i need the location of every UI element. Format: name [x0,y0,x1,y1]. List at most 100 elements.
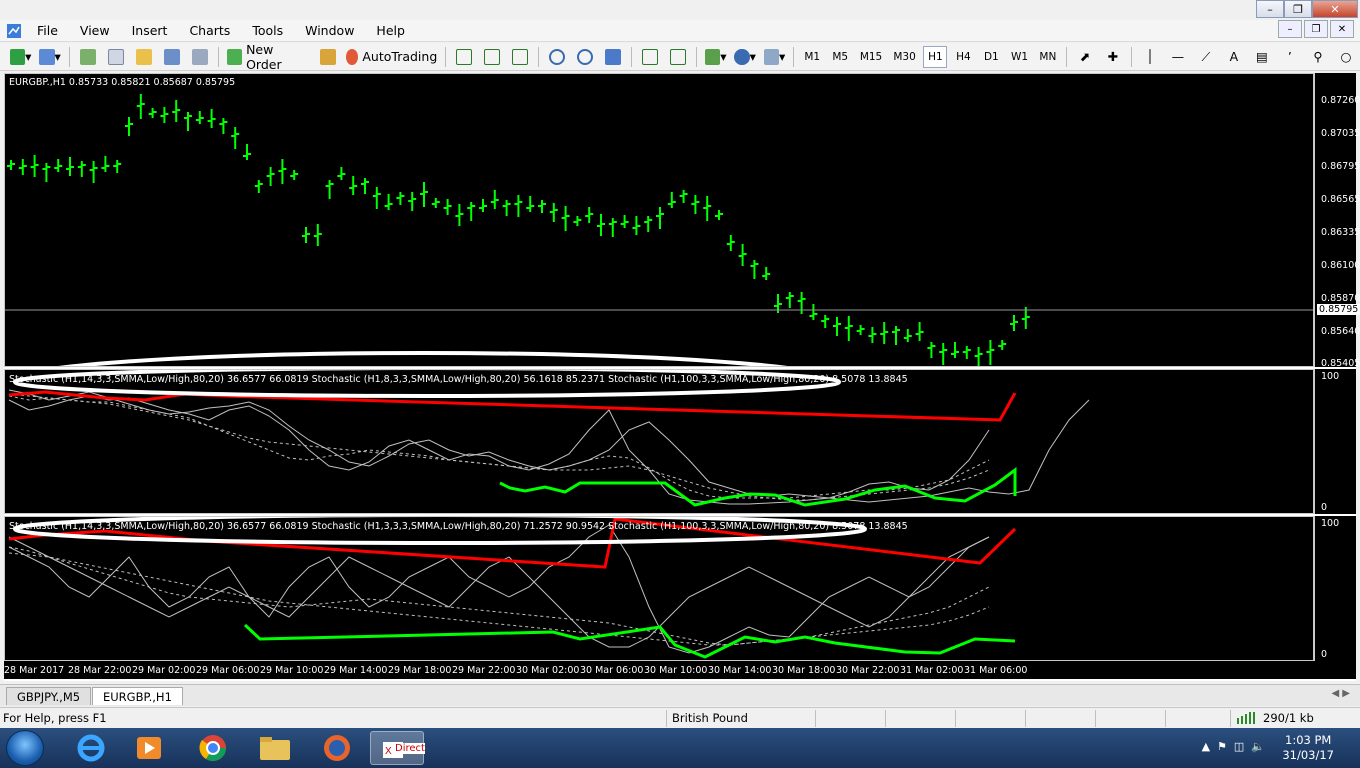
time-label: 31 Mar 06:00 [964,665,1028,676]
autotrading-icon [346,48,359,65]
tester-button[interactable] [188,46,212,68]
price-label: 0.86565 [1321,194,1360,205]
tf-m15[interactable]: M15 [856,46,886,68]
chart-shift-button[interactable] [638,46,662,68]
media-player-taskbar-button[interactable] [122,731,176,765]
bar-chart-button[interactable] [452,46,476,68]
price-label: 0.86335 [1321,227,1360,238]
autoscroll-button[interactable] [666,46,690,68]
svg-text:X: X [385,746,392,757]
menu-help[interactable]: Help [365,20,416,42]
folder-icon [260,737,290,760]
media-player-icon [137,737,161,759]
tf-m5[interactable]: M5 [828,46,852,68]
chrome-taskbar-button[interactable] [186,731,240,765]
arrows-button[interactable]: ’ [1278,46,1302,68]
stochastic-chart-1 [8,370,1090,507]
zoom-out-icon [577,48,594,65]
clock-icon [734,48,750,65]
text-button[interactable]: A [1222,46,1246,68]
zoom-out-button[interactable] [573,46,597,68]
menu-tools[interactable]: Tools [241,20,294,42]
horizontal-line-button[interactable]: — [1166,46,1190,68]
start-button[interactable] [6,730,44,766]
profiles-button[interactable]: ▾ [37,46,62,68]
price-label: 0.87035 [1321,128,1360,139]
navigator-button[interactable] [132,46,156,68]
market-watch-button[interactable] [76,46,100,68]
vertical-line-icon: │ [1146,49,1154,64]
chat-icon: ○ [1340,49,1352,64]
line-chart-button[interactable] [508,46,532,68]
menu-charts[interactable]: Charts [178,20,241,42]
trendline-button[interactable]: ⟋ [1194,46,1218,68]
chart-tabs: GBPJPY.,M5 EURGBP.,H1 ◀ ▶ [0,684,1360,706]
trendline-icon: ⟋ [1201,48,1211,64]
tf-d1[interactable]: D1 [979,46,1003,68]
tf-m1[interactable]: M1 [800,46,824,68]
explorer-taskbar-button[interactable] [248,731,302,765]
child-restore-button[interactable]: ❐ [1304,20,1328,38]
menu-file[interactable]: File [26,20,69,42]
text-icon: A [1229,49,1239,64]
stochastic-line [8,395,990,505]
restore-button[interactable]: ❐ [1284,0,1312,18]
menu-view[interactable]: View [69,20,121,42]
autotrading-label: AutoTrading [362,49,438,64]
time-label: 31 Mar 02:00 [900,665,964,676]
text-label-button[interactable]: ▤ [1250,46,1274,68]
time-label: 30 Mar 18:00 [772,665,836,676]
close-button[interactable]: ✕ [1312,0,1358,18]
templates-button[interactable]: ▾ [762,46,787,68]
tab-eurgbp[interactable]: EURGBP.,H1 [92,687,183,705]
minimize-button[interactable]: – [1256,0,1284,18]
indicator-pane-2[interactable]: Stochastic (H1,14,3,3,SMMA,Low/High,80,2… [4,516,1314,661]
child-minimize-button[interactable]: – [1278,20,1302,38]
menu-window[interactable]: Window [294,20,365,42]
ie-taskbar-button[interactable] [64,731,118,765]
direct-taskbar-button[interactable]: X Direct [370,731,425,765]
price-label: 0.85640 [1321,326,1360,337]
menu-insert[interactable]: Insert [121,20,179,42]
crosshair-move-icon [107,48,124,65]
candlestick-button[interactable] [480,46,504,68]
crosshair-button[interactable]: ✚ [1101,46,1125,68]
price-pane[interactable]: EURGBP.,H1 0.85733 0.85821 0.85687 0.857… [4,73,1314,367]
expert-button[interactable] [316,46,340,68]
tab-gbpjpy[interactable]: GBPJPY.,M5 [6,687,92,705]
autotrading-button[interactable]: AutoTrading [344,46,439,68]
annotation-ellipse-1 [58,351,788,366]
time-label: 29 Mar 10:00 [260,665,324,676]
data-window-button[interactable] [104,46,128,68]
tf-mn[interactable]: MN [1036,46,1060,68]
vertical-line-button[interactable]: │ [1138,46,1162,68]
tile-windows-button[interactable] [601,46,625,68]
indicator-min: 0 [1321,649,1328,660]
child-window-controls: – ❐ ✕ [1278,20,1354,38]
zoom-in-button[interactable] [545,46,569,68]
stochastic-oversold [243,623,1016,659]
candlestick-icon [484,48,501,65]
chat-button[interactable]: ○ [1334,46,1358,68]
new-chart-icon [10,48,26,65]
firefox-taskbar-button[interactable] [310,731,364,765]
search-icon: ⚲ [1313,49,1323,64]
price-label: 0.85405 [1321,358,1360,369]
tf-m30[interactable]: M30 [890,46,920,68]
search-button[interactable]: ⚲ [1306,46,1330,68]
new-chart-button[interactable]: ▾ [8,46,33,68]
tf-h1[interactable]: H1 [923,45,948,68]
terminal-button[interactable] [160,46,184,68]
tf-h4[interactable]: H4 [951,46,975,68]
tab-scroll-arrows[interactable]: ◀ ▶ [1331,688,1350,699]
indicator-pane-1[interactable]: Stochastic (H1,14,3,3,SMMA,Low/High,80,2… [4,369,1314,514]
new-order-button[interactable]: New Order [225,42,312,72]
child-close-button[interactable]: ✕ [1330,20,1354,38]
horizontal-line-icon: — [1171,49,1185,64]
tf-w1[interactable]: W1 [1007,46,1031,68]
periods-button[interactable]: ▾ [732,46,757,68]
cursor-button[interactable]: ⬈ [1073,46,1097,68]
clock[interactable]: 1:03 PM 31/03/17 [1282,733,1334,763]
indicators-button[interactable]: ▾ [703,46,728,68]
clock-time: 1:03 PM [1285,733,1332,747]
